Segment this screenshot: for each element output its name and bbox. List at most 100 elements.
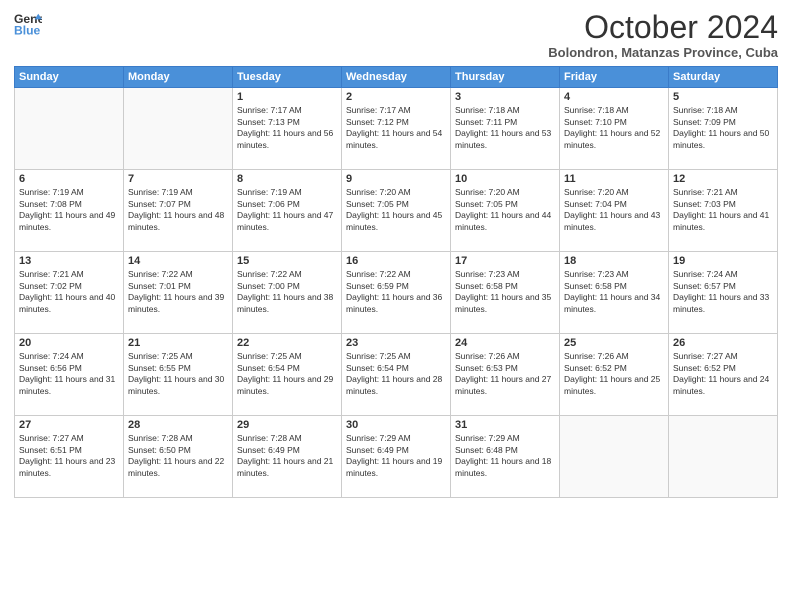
cell-details: Sunrise: 7:27 AM Sunset: 6:52 PM Dayligh…	[673, 351, 773, 397]
day-number: 6	[19, 173, 119, 185]
cell-details: Sunrise: 7:20 AM Sunset: 7:04 PM Dayligh…	[564, 187, 664, 233]
header: General Blue October 2024 Bolondron, Mat…	[14, 10, 778, 60]
day-number: 5	[673, 91, 773, 103]
day-number: 12	[673, 173, 773, 185]
svg-text:Blue: Blue	[14, 23, 41, 37]
cell-details: Sunrise: 7:22 AM Sunset: 7:00 PM Dayligh…	[237, 269, 337, 315]
table-row: 10 Sunrise: 7:20 AM Sunset: 7:05 PM Dayli…	[451, 170, 560, 252]
day-number: 11	[564, 173, 664, 185]
cell-details: Sunrise: 7:20 AM Sunset: 7:05 PM Dayligh…	[455, 187, 555, 233]
day-number: 8	[237, 173, 337, 185]
day-number: 9	[346, 173, 446, 185]
day-number: 15	[237, 255, 337, 267]
calendar-week-row: 20 Sunrise: 7:24 AM Sunset: 6:56 PM Dayli…	[15, 334, 778, 416]
day-number: 21	[128, 337, 228, 349]
cell-details: Sunrise: 7:17 AM Sunset: 7:12 PM Dayligh…	[346, 105, 446, 151]
header-sunday: Sunday	[15, 67, 124, 88]
header-friday: Friday	[560, 67, 669, 88]
logo-icon: General Blue	[14, 10, 42, 38]
table-row	[15, 88, 124, 170]
table-row: 18Sunrise: 7:23 AM Sunset: 6:58 PM Dayli…	[560, 252, 669, 334]
day-number: 29	[237, 419, 337, 431]
cell-details: Sunrise: 7:22 AM Sunset: 6:59 PM Dayligh…	[346, 269, 446, 315]
cell-details: Sunrise: 7:19 AM Sunset: 7:08 PM Dayligh…	[19, 187, 119, 233]
logo: General Blue	[14, 10, 44, 38]
table-row: 8 Sunrise: 7:19 AM Sunset: 7:06 PM Daylig…	[233, 170, 342, 252]
cell-details: Sunrise: 7:23 AM Sunset: 6:58 PM Dayligh…	[455, 269, 555, 315]
header-thursday: Thursday	[451, 67, 560, 88]
day-number: 25	[564, 337, 664, 349]
table-row: 26 Sunrise: 7:27 AM Sunset: 6:52 PM Dayli…	[669, 334, 778, 416]
cell-details: Sunrise: 7:21 AM Sunset: 7:02 PM Dayligh…	[19, 269, 119, 315]
table-row: 9Sunrise: 7:20 AM Sunset: 7:05 PM Daylig…	[342, 170, 451, 252]
header-saturday: Saturday	[669, 67, 778, 88]
table-row: 19 Sunrise: 7:24 AM Sunset: 6:57 PM Dayli…	[669, 252, 778, 334]
cell-details: Sunrise: 7:29 AM Sunset: 6:49 PM Dayligh…	[346, 433, 446, 479]
day-number: 13	[19, 255, 119, 267]
table-row: 25 Sunrise: 7:26 AM Sunset: 6:52 PM Dayli…	[560, 334, 669, 416]
cell-details: Sunrise: 7:24 AM Sunset: 6:56 PM Dayligh…	[19, 351, 119, 397]
table-row: 20 Sunrise: 7:24 AM Sunset: 6:56 PM Dayli…	[15, 334, 124, 416]
table-row: 5 Sunrise: 7:18 AM Sunset: 7:09 PM Daylig…	[669, 88, 778, 170]
day-number: 26	[673, 337, 773, 349]
calendar-week-row: 1Sunrise: 7:17 AM Sunset: 7:13 PM Daylig…	[15, 88, 778, 170]
cell-details: Sunrise: 7:28 AM Sunset: 6:50 PM Dayligh…	[128, 433, 228, 479]
month-title: October 2024	[548, 10, 778, 45]
subtitle: Bolondron, Matanzas Province, Cuba	[548, 45, 778, 60]
table-row: 30 Sunrise: 7:29 AM Sunset: 6:49 PM Dayli…	[342, 416, 451, 498]
cell-details: Sunrise: 7:28 AM Sunset: 6:49 PM Dayligh…	[237, 433, 337, 479]
table-row: 2 Sunrise: 7:17 AM Sunset: 7:12 PM Daylig…	[342, 88, 451, 170]
day-number: 27	[19, 419, 119, 431]
day-number: 16	[346, 255, 446, 267]
table-row	[124, 88, 233, 170]
header-tuesday: Tuesday	[233, 67, 342, 88]
table-row	[669, 416, 778, 498]
cell-details: Sunrise: 7:25 AM Sunset: 6:54 PM Dayligh…	[346, 351, 446, 397]
day-number: 17	[455, 255, 555, 267]
table-row: 12Sunrise: 7:21 AM Sunset: 7:03 PM Dayli…	[669, 170, 778, 252]
table-row: 14Sunrise: 7:22 AM Sunset: 7:01 PM Dayli…	[124, 252, 233, 334]
header-wednesday: Wednesday	[342, 67, 451, 88]
cell-details: Sunrise: 7:18 AM Sunset: 7:11 PM Dayligh…	[455, 105, 555, 151]
cell-details: Sunrise: 7:25 AM Sunset: 6:54 PM Dayligh…	[237, 351, 337, 397]
cell-details: Sunrise: 7:18 AM Sunset: 7:09 PM Dayligh…	[673, 105, 773, 151]
table-row	[560, 416, 669, 498]
cell-details: Sunrise: 7:23 AM Sunset: 6:58 PM Dayligh…	[564, 269, 664, 315]
calendar-week-row: 13 Sunrise: 7:21 AM Sunset: 7:02 PM Dayli…	[15, 252, 778, 334]
table-row: 13 Sunrise: 7:21 AM Sunset: 7:02 PM Dayli…	[15, 252, 124, 334]
day-number: 19	[673, 255, 773, 267]
day-number: 23	[346, 337, 446, 349]
calendar-week-row: 6 Sunrise: 7:19 AM Sunset: 7:08 PM Daylig…	[15, 170, 778, 252]
day-number: 20	[19, 337, 119, 349]
cell-details: Sunrise: 7:24 AM Sunset: 6:57 PM Dayligh…	[673, 269, 773, 315]
cell-details: Sunrise: 7:25 AM Sunset: 6:55 PM Dayligh…	[128, 351, 228, 397]
cell-details: Sunrise: 7:19 AM Sunset: 7:06 PM Dayligh…	[237, 187, 337, 233]
day-number: 31	[455, 419, 555, 431]
day-number: 1	[237, 91, 337, 103]
table-row: 29 Sunrise: 7:28 AM Sunset: 6:49 PM Dayli…	[233, 416, 342, 498]
day-number: 28	[128, 419, 228, 431]
table-row: 22Sunrise: 7:25 AM Sunset: 6:54 PM Dayli…	[233, 334, 342, 416]
cell-details: Sunrise: 7:22 AM Sunset: 7:01 PM Dayligh…	[128, 269, 228, 315]
table-row: 6 Sunrise: 7:19 AM Sunset: 7:08 PM Daylig…	[15, 170, 124, 252]
day-number: 10	[455, 173, 555, 185]
cell-details: Sunrise: 7:19 AM Sunset: 7:07 PM Dayligh…	[128, 187, 228, 233]
day-number: 3	[455, 91, 555, 103]
table-row: 28 Sunrise: 7:28 AM Sunset: 6:50 PM Dayli…	[124, 416, 233, 498]
day-number: 30	[346, 419, 446, 431]
cell-details: Sunrise: 7:27 AM Sunset: 6:51 PM Dayligh…	[19, 433, 119, 479]
table-row: 24Sunrise: 7:26 AM Sunset: 6:53 PM Dayli…	[451, 334, 560, 416]
calendar-week-row: 27 Sunrise: 7:27 AM Sunset: 6:51 PM Dayli…	[15, 416, 778, 498]
table-row: 23 Sunrise: 7:25 AM Sunset: 6:54 PM Dayli…	[342, 334, 451, 416]
cell-details: Sunrise: 7:29 AM Sunset: 6:48 PM Dayligh…	[455, 433, 555, 479]
table-row: 21 Sunrise: 7:25 AM Sunset: 6:55 PM Dayli…	[124, 334, 233, 416]
table-row: 7 Sunrise: 7:19 AM Sunset: 7:07 PM Daylig…	[124, 170, 233, 252]
table-row: 31 Sunrise: 7:29 AM Sunset: 6:48 PM Dayli…	[451, 416, 560, 498]
day-number: 2	[346, 91, 446, 103]
calendar-header-row: Sunday Monday Tuesday Wednesday Thursday…	[15, 67, 778, 88]
table-row: 1Sunrise: 7:17 AM Sunset: 7:13 PM Daylig…	[233, 88, 342, 170]
table-row: 15 Sunrise: 7:22 AM Sunset: 7:00 PM Dayli…	[233, 252, 342, 334]
day-number: 7	[128, 173, 228, 185]
cell-details: Sunrise: 7:26 AM Sunset: 6:52 PM Dayligh…	[564, 351, 664, 397]
cell-details: Sunrise: 7:18 AM Sunset: 7:10 PM Dayligh…	[564, 105, 664, 151]
